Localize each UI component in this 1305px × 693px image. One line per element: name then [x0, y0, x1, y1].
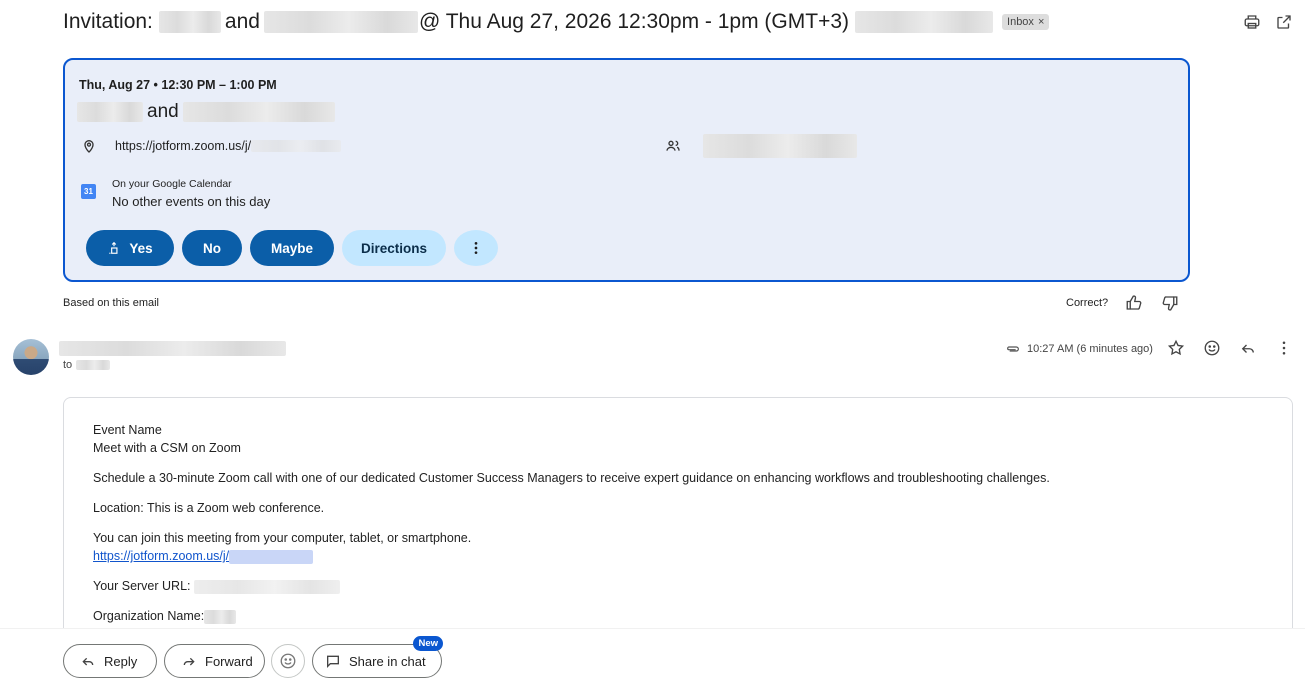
location-pin-icon [84, 140, 94, 153]
calendar-status: No other events on this day [112, 194, 271, 209]
subject-when: @ Thu Aug 27, 2026 12:30pm - 1pm (GMT+3) [418, 10, 850, 33]
rsvp-no-button[interactable]: No [182, 230, 242, 266]
sender-avatar[interactable] [13, 339, 49, 375]
emoji-icon [280, 653, 296, 669]
redacted-name [182, 102, 335, 122]
redacted-organization-name [204, 609, 237, 624]
event-description: Schedule a 30-minute Zoom call with one … [93, 471, 1050, 485]
event-title: and [77, 100, 335, 124]
rsvp-maybe-button[interactable]: Maybe [250, 230, 334, 266]
message-meta: 10:27 AM (6 minutes ago) [1005, 341, 1153, 357]
reply-label: Reply [104, 653, 138, 669]
redacted-guests [703, 134, 857, 158]
attachment-icon [1007, 346, 1019, 352]
rsvp-yes-button[interactable]: Yes [86, 230, 174, 266]
event-name-value: Meet with a CSM on Zoom [93, 441, 241, 455]
event-invitation-card: Thu, Aug 27 • 12:30 PM – 1:00 PM and htt… [63, 58, 1190, 282]
server-url-label: Your Server URL: [93, 579, 191, 593]
forward-icon [183, 657, 195, 666]
event-location[interactable]: https://jotform.zoom.us/j/ [81, 138, 342, 154]
reply-button[interactable]: Reply [63, 644, 157, 678]
redacted-meeting-id [229, 549, 314, 564]
redacted-name [77, 102, 143, 122]
rsvp-yes-label: Yes [129, 240, 153, 256]
redacted-meeting-id [251, 140, 342, 152]
more-vert-icon[interactable] [1275, 339, 1293, 357]
inbox-label-chip[interactable]: Inbox × [1002, 14, 1050, 30]
event-guests[interactable] [665, 134, 857, 158]
subject-and: and [224, 10, 260, 33]
remove-label-icon[interactable]: × [1038, 16, 1044, 28]
redacted-name [263, 11, 418, 33]
star-icon[interactable] [1167, 339, 1185, 357]
chat-icon [327, 655, 339, 668]
redacted-sender [855, 11, 994, 33]
email-subject: Invitation: and @ Thu Aug 27, 2026 12:30… [63, 9, 1050, 35]
forward-button[interactable]: Forward [164, 644, 265, 678]
location-link[interactable]: https://jotform.zoom.us/j/ [115, 139, 251, 153]
join-meeting-link[interactable]: https://jotform.zoom.us/j/ [93, 549, 229, 563]
message-action-bar: Reply Forward Share in chat New [0, 628, 1305, 693]
emoji-reaction-button[interactable] [271, 644, 305, 678]
reply-icon[interactable] [1239, 339, 1257, 357]
message-timestamp: 10:27 AM (6 minutes ago) [1027, 343, 1153, 355]
event-name-label: Event Name [93, 423, 162, 437]
correct-prompt: Correct? [1066, 297, 1109, 309]
google-calendar-icon: 31 [81, 184, 96, 199]
share-in-chat-button[interactable]: Share in chat New [312, 636, 443, 678]
event-location-text: Location: This is a Zoom web conference. [93, 501, 325, 515]
redacted-sender-name [59, 341, 286, 356]
new-badge: New [413, 636, 443, 651]
rsvp-yes-icon [109, 241, 118, 254]
print-icon[interactable] [1243, 13, 1261, 31]
people-icon [666, 140, 680, 151]
to-prefix: to [63, 359, 73, 371]
thumbs-down-icon[interactable] [1161, 294, 1179, 312]
rsvp-actions: Yes No Maybe Directions [86, 230, 498, 266]
event-date-time: Thu, Aug 27 • 12:30 PM – 1:00 PM [79, 78, 277, 92]
more-options-button[interactable] [454, 230, 498, 266]
add-reaction-icon[interactable] [1203, 339, 1221, 357]
recipient-line[interactable]: to [63, 359, 111, 371]
inbox-label-text: Inbox [1007, 16, 1034, 28]
subject-prefix: Invitation: [63, 10, 153, 33]
directions-button[interactable]: Directions [342, 230, 446, 266]
redacted-recipient [76, 360, 111, 370]
event-title-and: and [147, 101, 179, 122]
open-in-new-window-icon[interactable] [1275, 13, 1293, 31]
calendar-availability: 31 On your Google Calendar No other even… [81, 178, 270, 209]
reply-icon [82, 657, 94, 666]
thumbs-up-icon[interactable] [1125, 294, 1143, 312]
redacted-server-url [193, 579, 340, 594]
calendar-heading: On your Google Calendar [112, 178, 232, 190]
share-in-chat-label: Share in chat [349, 653, 426, 669]
organization-name-label: Organization Name: [93, 609, 205, 623]
join-instructions: You can join this meeting from your comp… [93, 531, 472, 545]
forward-label: Forward [205, 653, 253, 669]
redacted-name [158, 11, 221, 33]
based-on-email-note: Based on this email [63, 297, 159, 309]
more-vert-icon [474, 242, 478, 254]
